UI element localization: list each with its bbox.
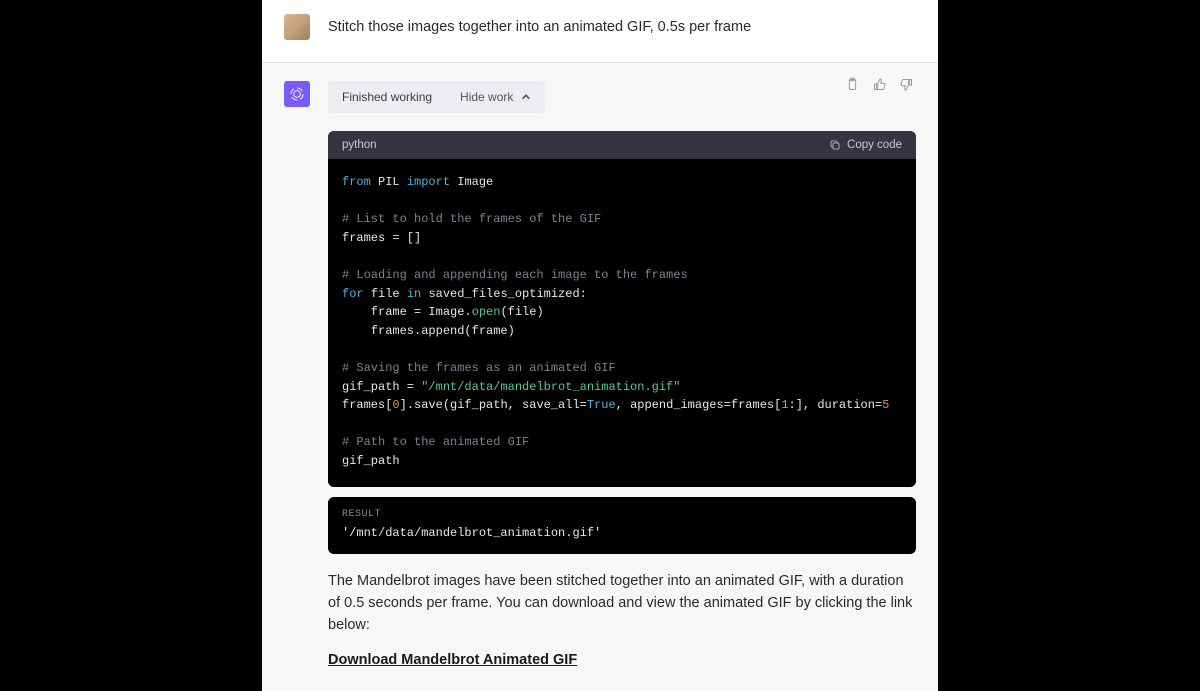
code-header: python Copy code <box>328 131 916 159</box>
assistant-message-row: Finished working Hide work python Copy c… <box>262 63 938 691</box>
chat-container: Stitch those images together into an ani… <box>262 0 938 675</box>
assistant-avatar <box>284 81 310 107</box>
openai-logo-icon <box>289 86 305 102</box>
hide-work-label: Hide work <box>460 90 513 104</box>
work-status-label: Finished working <box>342 90 432 104</box>
thumbs-up-icon[interactable] <box>872 77 887 97</box>
chevron-up-icon <box>521 92 531 102</box>
hide-work-toggle[interactable]: Hide work <box>460 90 531 104</box>
download-link[interactable]: Download Mandelbrot Animated GIF <box>328 652 577 668</box>
result-block: RESULT '/mnt/data/mandelbrot_animation.g… <box>328 497 916 554</box>
result-value: '/mnt/data/mandelbrot_animation.gif' <box>342 526 902 540</box>
copy-code-button[interactable]: Copy code <box>829 139 902 151</box>
message-actions <box>845 77 914 97</box>
user-message-row: Stitch those images together into an ani… <box>262 0 938 63</box>
copy-code-label: Copy code <box>847 139 902 151</box>
thumbs-down-icon[interactable] <box>899 77 914 97</box>
code-language-label: python <box>342 139 377 151</box>
copy-icon <box>829 139 841 151</box>
result-label: RESULT <box>342 509 902 520</box>
assistant-content: Finished working Hide work python Copy c… <box>328 81 916 669</box>
code-block: python Copy code from PIL import Image #… <box>328 131 916 487</box>
assistant-response-text: The Mandelbrot images have been stitched… <box>328 570 916 637</box>
code-body[interactable]: from PIL import Image # List to hold the… <box>328 159 916 487</box>
clipboard-icon[interactable] <box>845 77 860 97</box>
user-message-text: Stitch those images together into an ani… <box>328 19 751 35</box>
user-avatar <box>284 14 310 40</box>
work-status-pill: Finished working Hide work <box>328 81 545 113</box>
